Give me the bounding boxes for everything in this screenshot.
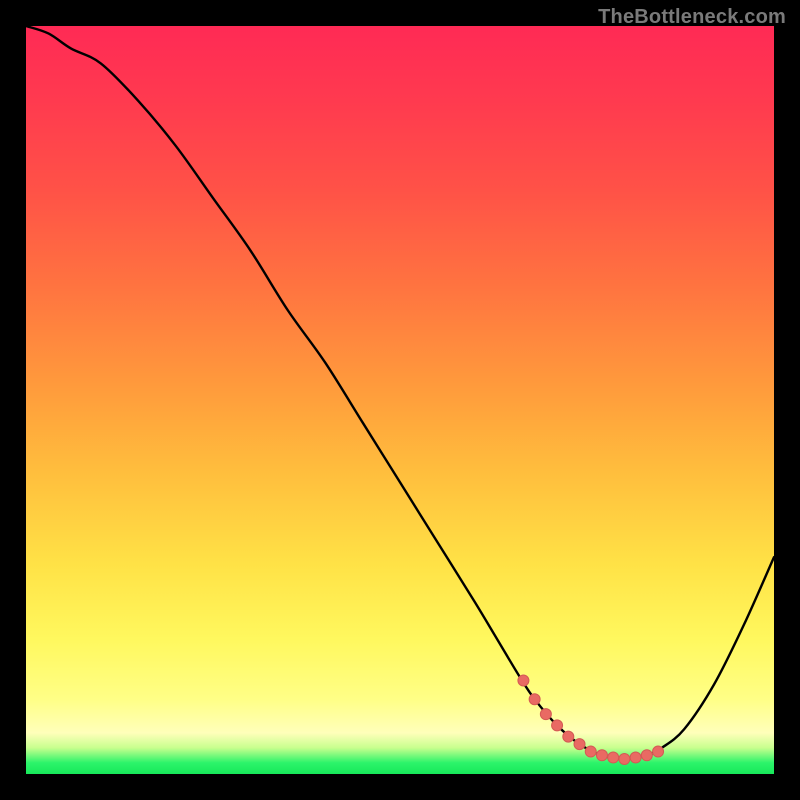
- optimal-marker: [608, 752, 619, 763]
- optimal-marker: [641, 750, 652, 761]
- optimal-marker: [630, 752, 641, 763]
- bottleneck-chart: [0, 0, 800, 800]
- optimal-marker: [596, 750, 607, 761]
- optimal-marker: [529, 694, 540, 705]
- watermark-text: TheBottleneck.com: [598, 6, 786, 29]
- chart-stage: TheBottleneck.com: [0, 0, 800, 800]
- optimal-marker: [653, 746, 664, 757]
- optimal-marker: [518, 675, 529, 686]
- optimal-marker: [619, 754, 630, 765]
- optimal-marker: [585, 746, 596, 757]
- plot-background: [26, 26, 774, 774]
- optimal-marker: [563, 731, 574, 742]
- optimal-marker: [574, 739, 585, 750]
- optimal-marker: [540, 709, 551, 720]
- optimal-marker: [552, 720, 563, 731]
